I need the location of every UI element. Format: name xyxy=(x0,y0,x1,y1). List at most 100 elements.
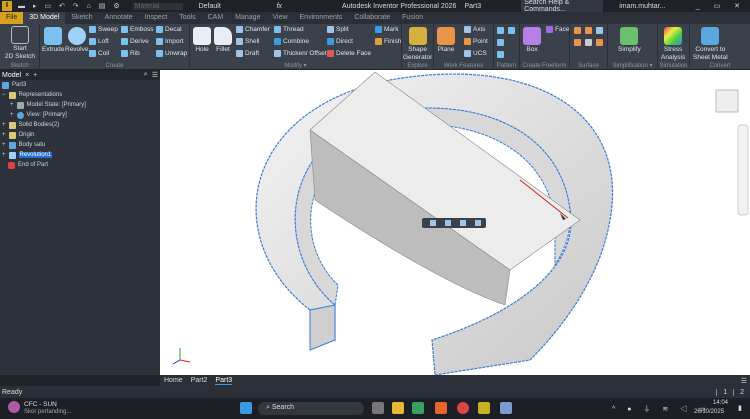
surface-tool-icon[interactable] xyxy=(596,27,603,34)
convert-to-sheet-metal-button[interactable]: Convert to Sheet Metal xyxy=(693,27,728,61)
task-view-icon[interactable] xyxy=(372,402,384,414)
extrude-button[interactable]: Extrude xyxy=(42,27,64,53)
rib-button[interactable]: Rib xyxy=(121,50,140,57)
fillet-button[interactable]: Fillet xyxy=(214,27,232,53)
tab-manage[interactable]: Manage xyxy=(229,12,266,24)
window-controls[interactable]: _ ▭ ✕ xyxy=(696,2,746,10)
start-button[interactable] xyxy=(240,402,252,414)
expand-icon[interactable]: + xyxy=(2,142,6,148)
tab-view[interactable]: View xyxy=(266,12,293,24)
clock-time[interactable]: 14:04 xyxy=(702,400,728,406)
surface-tool-icon[interactable] xyxy=(574,27,581,34)
expand-icon[interactable]: + xyxy=(10,112,14,118)
tab-inspect[interactable]: Inspect xyxy=(139,12,174,24)
material-dropdown[interactable]: Material xyxy=(132,2,183,10)
tabs-menu-icon[interactable]: ☰ xyxy=(741,377,747,385)
mirror-icon[interactable] xyxy=(508,27,515,34)
box-button[interactable]: Box xyxy=(523,27,541,53)
tab-3d-model[interactable]: 3D Model xyxy=(23,12,66,24)
split-button[interactable]: Split xyxy=(327,26,349,33)
quick-access-icons[interactable]: ▬ ▸ ▭ ↶ ↷ ⌂ ▤ ⚙ xyxy=(18,2,123,10)
navigation-bar[interactable] xyxy=(737,124,749,216)
tab-cam[interactable]: CAM xyxy=(202,12,230,24)
loft-button[interactable]: Loft xyxy=(89,38,109,45)
app-logo[interactable]: I xyxy=(2,1,12,11)
widget-title[interactable]: CFC - SUN xyxy=(24,401,57,408)
surface-tool-icon[interactable] xyxy=(574,39,581,46)
inventor-taskbar-icon[interactable] xyxy=(478,402,490,414)
sweep-button[interactable]: Sweep xyxy=(89,26,118,33)
rectangular-pattern-icon[interactable] xyxy=(497,27,504,34)
direct-button[interactable]: Direct xyxy=(327,38,353,45)
import-button[interactable]: Import xyxy=(156,38,183,45)
appearance-dropdown[interactable]: Default xyxy=(197,3,249,10)
combine-button[interactable]: Combine xyxy=(274,38,309,45)
face-button[interactable]: Face xyxy=(546,26,569,33)
shell-button[interactable]: Shell xyxy=(236,38,259,45)
mini-toolbar-icon[interactable] xyxy=(460,220,466,226)
start-2d-sketch-button[interactable]: Start 2D Sketch xyxy=(5,26,35,60)
tab-sketch[interactable]: Sketch xyxy=(65,12,98,24)
decal-button[interactable]: Decal xyxy=(156,26,182,33)
tree-node-body-satu[interactable]: + Body satu xyxy=(0,140,160,150)
tab-model[interactable]: Model xyxy=(2,72,21,79)
weather-widget-icon[interactable] xyxy=(8,401,20,413)
ucs-button[interactable]: UCS xyxy=(464,50,487,57)
tab-environments[interactable]: Environments xyxy=(294,12,349,24)
tree-node-model-state[interactable]: + Model State: [Primary] xyxy=(0,100,160,110)
chrome-icon[interactable] xyxy=(457,402,469,414)
user-account[interactable]: imam.muhtar... xyxy=(619,3,665,10)
draft-button[interactable]: Draft xyxy=(236,50,259,57)
thread-button[interactable]: Thread xyxy=(274,26,304,33)
tree-node-origin[interactable]: + Origin xyxy=(0,130,160,140)
mini-toolbar-icon[interactable] xyxy=(475,220,481,226)
view-cube[interactable] xyxy=(715,89,739,113)
stress-analysis-button[interactable]: Stress Analysis xyxy=(661,27,685,61)
add-tab-icon[interactable]: + xyxy=(33,72,37,79)
circular-pattern-icon[interactable] xyxy=(497,39,504,46)
file-explorer-icon[interactable] xyxy=(392,402,404,414)
tab-annotate[interactable]: Annotate xyxy=(99,12,139,24)
tree-node-solid-bodies[interactable]: + Solid Bodies(2) xyxy=(0,120,160,130)
mini-toolbar-icon[interactable] xyxy=(430,220,436,226)
tree-node-view[interactable]: + View: [Primary] xyxy=(0,110,160,120)
tab-fusion[interactable]: Fusion xyxy=(396,12,429,24)
tab-collaborate[interactable]: Collaborate xyxy=(348,12,396,24)
fx-icon[interactable]: fx xyxy=(277,3,282,10)
surface-tool-icon[interactable] xyxy=(585,27,592,34)
search-icon[interactable]: ⌕ xyxy=(144,71,148,79)
hole-button[interactable]: Hole xyxy=(193,27,211,53)
chamfer-button[interactable]: Chamfer xyxy=(236,26,270,33)
plane-button[interactable]: Plane xyxy=(437,27,455,53)
axis-button[interactable]: Axis xyxy=(464,26,485,33)
thicken-offset-button[interactable]: Thicken/ Offset xyxy=(274,50,327,57)
doc-tab-part2[interactable]: Part2 xyxy=(191,377,208,384)
menu-icon[interactable]: ☰ xyxy=(152,71,158,79)
point-button[interactable]: Point xyxy=(464,38,488,45)
surface-tool-icon[interactable] xyxy=(585,39,592,46)
3d-model[interactable] xyxy=(160,70,750,376)
doc-tab-home[interactable]: Home xyxy=(164,377,183,384)
expand-icon[interactable]: + xyxy=(2,122,6,128)
app-icon[interactable] xyxy=(435,402,447,414)
finish-button[interactable]: Finish xyxy=(375,38,401,45)
tree-node-part3[interactable]: Part3 xyxy=(0,80,160,90)
doc-tab-part3[interactable]: Part3 xyxy=(215,377,233,385)
simplify-button[interactable]: Simplify xyxy=(618,27,641,53)
tree-node-revolution1[interactable]: + Revolution1 xyxy=(0,150,160,160)
derive-button[interactable]: Derive xyxy=(121,38,149,45)
clock-date[interactable]: 26/10/2025 xyxy=(694,409,724,415)
notification-icon[interactable]: ▮ xyxy=(738,404,742,412)
tree-node-representations[interactable]: − Representations xyxy=(0,90,160,100)
tab-file[interactable]: File xyxy=(0,12,24,24)
graphics-viewport[interactable] xyxy=(160,70,750,376)
delete-face-button[interactable]: Delete Face xyxy=(327,50,371,57)
sketch-pattern-icon[interactable] xyxy=(497,51,504,58)
taskbar-search[interactable]: ⌕ Search xyxy=(258,402,364,415)
tab-tools[interactable]: Tools xyxy=(173,12,201,24)
tree-node-end-of-part[interactable]: End of Part xyxy=(0,160,160,170)
expand-icon[interactable]: + xyxy=(2,152,6,158)
edge-icon[interactable] xyxy=(412,402,424,414)
shape-generator-button[interactable]: Shape Generator xyxy=(403,27,432,61)
widget-subtitle[interactable]: Skor pertanding... xyxy=(24,409,71,415)
